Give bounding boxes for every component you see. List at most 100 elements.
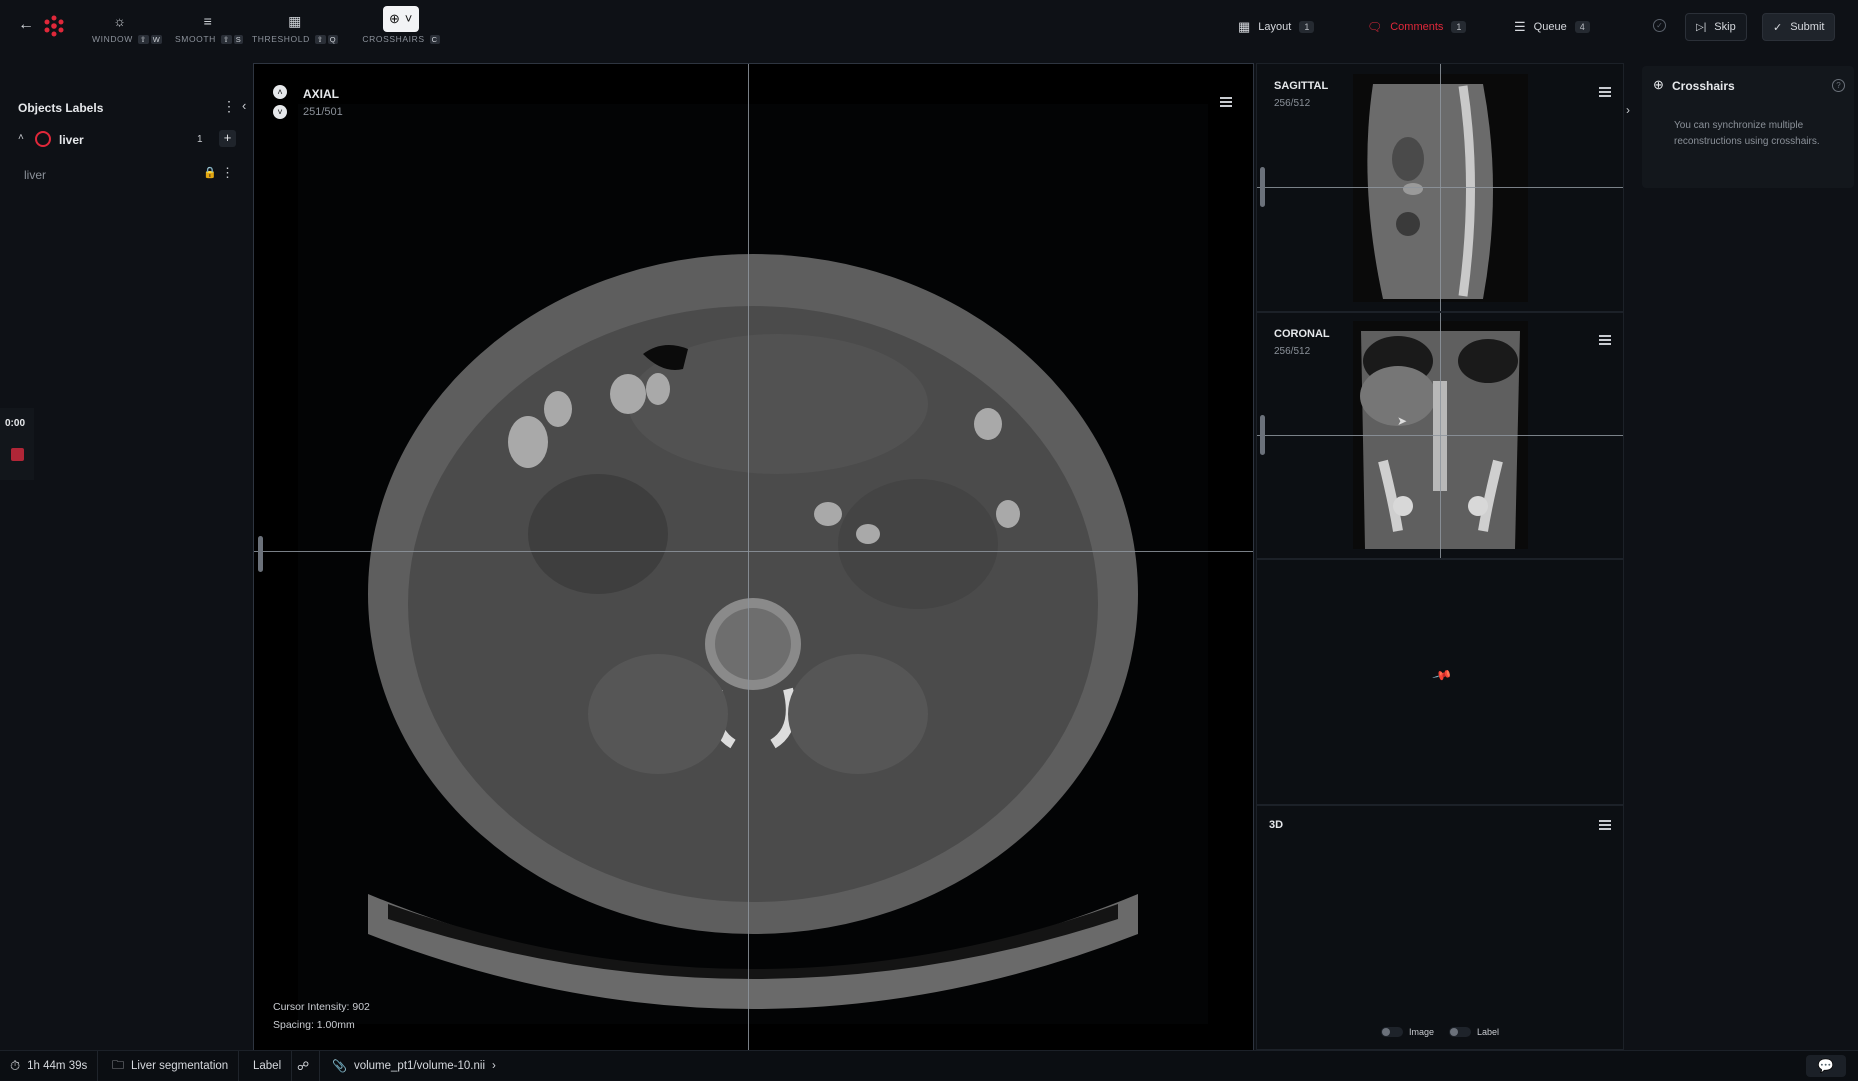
axial-title: AXIAL bbox=[303, 87, 339, 101]
layout-count: 1 bbox=[1299, 21, 1315, 33]
sun-icon: ☼ bbox=[113, 13, 127, 29]
app-logo-icon bbox=[44, 15, 64, 37]
more-vertical-icon[interactable]: ⋮ bbox=[222, 98, 236, 115]
file-path[interactable]: 📎 volume_pt1/volume-10.nii › bbox=[322, 1051, 506, 1081]
slice-down-icon[interactable]: ˅ bbox=[273, 105, 287, 119]
coronal-slider-handle[interactable] bbox=[1260, 415, 1265, 455]
tool-window-key: W bbox=[150, 35, 163, 44]
queue-count: 4 bbox=[1574, 21, 1590, 33]
label-toggle[interactable]: Label bbox=[1449, 1027, 1499, 1037]
comment-icon: 🗨 bbox=[1367, 20, 1383, 34]
add-instance-button[interactable]: + bbox=[219, 130, 236, 147]
mouse-cursor-icon: ➤ bbox=[1397, 414, 1408, 428]
axial-ct-image[interactable] bbox=[298, 104, 1208, 1024]
layout-button[interactable]: ▦ Layout 1 bbox=[1238, 14, 1315, 40]
tool-crosshairs-key: C bbox=[429, 35, 440, 44]
tool-window[interactable]: ☼ WINDOW ⇧ W bbox=[92, 8, 163, 50]
chevron-up-icon[interactable]: ˄ bbox=[18, 132, 24, 143]
slice-up-icon[interactable]: ˄ bbox=[273, 85, 287, 99]
coronal-crosshair-v[interactable] bbox=[1440, 313, 1441, 558]
folder-icon: 🗀 bbox=[112, 1057, 125, 1072]
coronal-viewport[interactable]: ➤ CORONAL 256/512 bbox=[1256, 312, 1624, 559]
chevron-right-icon: › bbox=[492, 1060, 496, 1072]
elapsed-time-value: 1h 44m 39s bbox=[27, 1060, 88, 1072]
smooth-icon: ≡ bbox=[203, 13, 213, 29]
skip-button[interactable]: ▷| Skip bbox=[1685, 13, 1747, 41]
task-mode-value: Label bbox=[253, 1060, 282, 1072]
layout-grid-icon: ▦ bbox=[1238, 19, 1251, 34]
expand-chevron-icon[interactable]: › bbox=[1626, 103, 1630, 117]
recording-timer: 0:00 bbox=[5, 418, 26, 429]
label-group-liver[interactable]: ˄ liver 1 + bbox=[14, 129, 239, 151]
label-toggle-label: Label bbox=[1477, 1027, 1500, 1037]
file-path-value: volume_pt1/volume-10.nii bbox=[353, 1060, 485, 1072]
label-toggle-switch[interactable] bbox=[1449, 1027, 1471, 1037]
queue-button[interactable]: ☰ Queue 4 bbox=[1514, 14, 1590, 40]
label-instance-liver[interactable]: liver 🔒 ⋮ bbox=[0, 161, 240, 187]
tool-threshold-key: Q bbox=[327, 35, 339, 44]
tool-crosshairs-label: CROSSHAIRS bbox=[362, 34, 425, 44]
sagittal-slider-handle[interactable] bbox=[1260, 167, 1265, 207]
recording-widget: 0:00 bbox=[0, 408, 34, 480]
skip-icon: ▷| bbox=[1696, 21, 1707, 33]
layout-label: Layout bbox=[1258, 21, 1292, 33]
crosshair-info-icon: ⊕ bbox=[1653, 77, 1664, 92]
task-mode: Label bbox=[243, 1051, 293, 1081]
hierarchy-button[interactable]: ☍ bbox=[287, 1051, 321, 1081]
tool-smooth[interactable]: ≡ SMOOTH ⇧ S bbox=[175, 8, 244, 50]
crosshairs-info-card: ⊕ Crosshairs ? You can synchronize multi… bbox=[1642, 66, 1854, 188]
paperclip-icon: 📎 bbox=[332, 1059, 347, 1073]
status-bar: ⏱ 1h 44m 39s 🗀 Liver segmentation Label … bbox=[0, 1050, 1858, 1081]
help-icon[interactable]: ? bbox=[1832, 79, 1845, 92]
tool-threshold[interactable]: ▦ THRESHOLD ⇧ Q bbox=[252, 8, 339, 50]
axial-menu-icon[interactable] bbox=[1220, 97, 1232, 107]
image-toggle-label: Image bbox=[1409, 1027, 1435, 1037]
checkmark-icon: ✓ bbox=[1773, 21, 1783, 34]
sagittal-viewport[interactable]: SAGITTAL 256/512 bbox=[1256, 63, 1624, 312]
3d-title: 3D bbox=[1269, 819, 1284, 831]
stop-record-button[interactable] bbox=[11, 448, 24, 461]
top-toolbar: ← ☼ WINDOW ⇧ W ≡ SMOOTH ⇧ S ▦ THRESHOLD ⇧ Q… bbox=[0, 0, 1858, 54]
image-toggle[interactable]: Image bbox=[1381, 1027, 1434, 1037]
lock-icon[interactable]: 🔒 bbox=[203, 166, 217, 179]
submit-button[interactable]: ✓ Submit bbox=[1762, 13, 1836, 41]
crosshairs-info-panel: › ⊕ Crosshairs ? You can synchronize mul… bbox=[1624, 54, 1858, 1050]
comments-button[interactable]: 🗨 Comments 1 bbox=[1367, 14, 1467, 40]
back-arrow-icon[interactable]: ← bbox=[18, 16, 34, 34]
axial-slice-count: 251/501 bbox=[303, 106, 343, 118]
stopwatch-icon: ⏱ bbox=[10, 1058, 21, 1073]
crosshair-horizontal[interactable] bbox=[254, 551, 1253, 552]
label-group-name: liver bbox=[59, 133, 84, 147]
coronal-menu-icon[interactable] bbox=[1599, 335, 1611, 345]
empty-viewport[interactable]: 📌 bbox=[1256, 559, 1624, 805]
tool-threshold-label: THRESHOLD bbox=[252, 34, 310, 44]
skip-label: Skip bbox=[1714, 21, 1736, 33]
slice-slider-handle[interactable] bbox=[258, 536, 263, 572]
check-circle-icon[interactable]: ✓ bbox=[1653, 19, 1666, 32]
3d-menu-icon[interactable] bbox=[1599, 820, 1611, 830]
axial-viewport[interactable]: ˄ ˅ AXIAL 251/501 Cursor Intensity: 902 … bbox=[253, 63, 1254, 1053]
collapse-chevron-icon[interactable]: ‹ bbox=[242, 98, 246, 113]
voxel-spacing: Spacing: 1.00mm bbox=[273, 1019, 355, 1031]
instance-more-icon[interactable]: ⋮ bbox=[221, 165, 234, 181]
objects-labels-panel: Objects Labels ⋮ ‹ ˄ liver 1 + liver 🔒 ⋮… bbox=[0, 54, 253, 1050]
sagittal-menu-icon[interactable] bbox=[1599, 87, 1611, 97]
comments-label: Comments bbox=[1390, 21, 1444, 33]
project-name[interactable]: 🗀 Liver segmentation bbox=[102, 1051, 240, 1081]
comments-count: 1 bbox=[1451, 21, 1467, 33]
grid-icon: ▦ bbox=[288, 13, 302, 29]
tool-window-label: WINDOW bbox=[92, 34, 133, 44]
crosshair-vertical[interactable] bbox=[748, 64, 749, 1052]
pin-icon[interactable]: 📌 bbox=[1431, 665, 1454, 687]
image-toggle-switch[interactable] bbox=[1381, 1027, 1403, 1037]
tool-smooth-key: S bbox=[233, 35, 244, 44]
elapsed-time: ⏱ 1h 44m 39s bbox=[0, 1051, 99, 1081]
list-icon: ☰ bbox=[1514, 19, 1526, 34]
3d-viewport[interactable]: 3D Image Label bbox=[1256, 805, 1624, 1050]
sagittal-title: SAGITTAL bbox=[1274, 80, 1329, 92]
hierarchy-icon: ☍ bbox=[297, 1059, 310, 1073]
chat-support-icon[interactable]: 💬 bbox=[1806, 1055, 1846, 1077]
coronal-slice-count: 256/512 bbox=[1274, 346, 1311, 357]
sagittal-crosshair-v[interactable] bbox=[1440, 64, 1441, 311]
tool-crosshairs[interactable]: ⊕ ˅ CROSSHAIRS C bbox=[360, 6, 442, 50]
